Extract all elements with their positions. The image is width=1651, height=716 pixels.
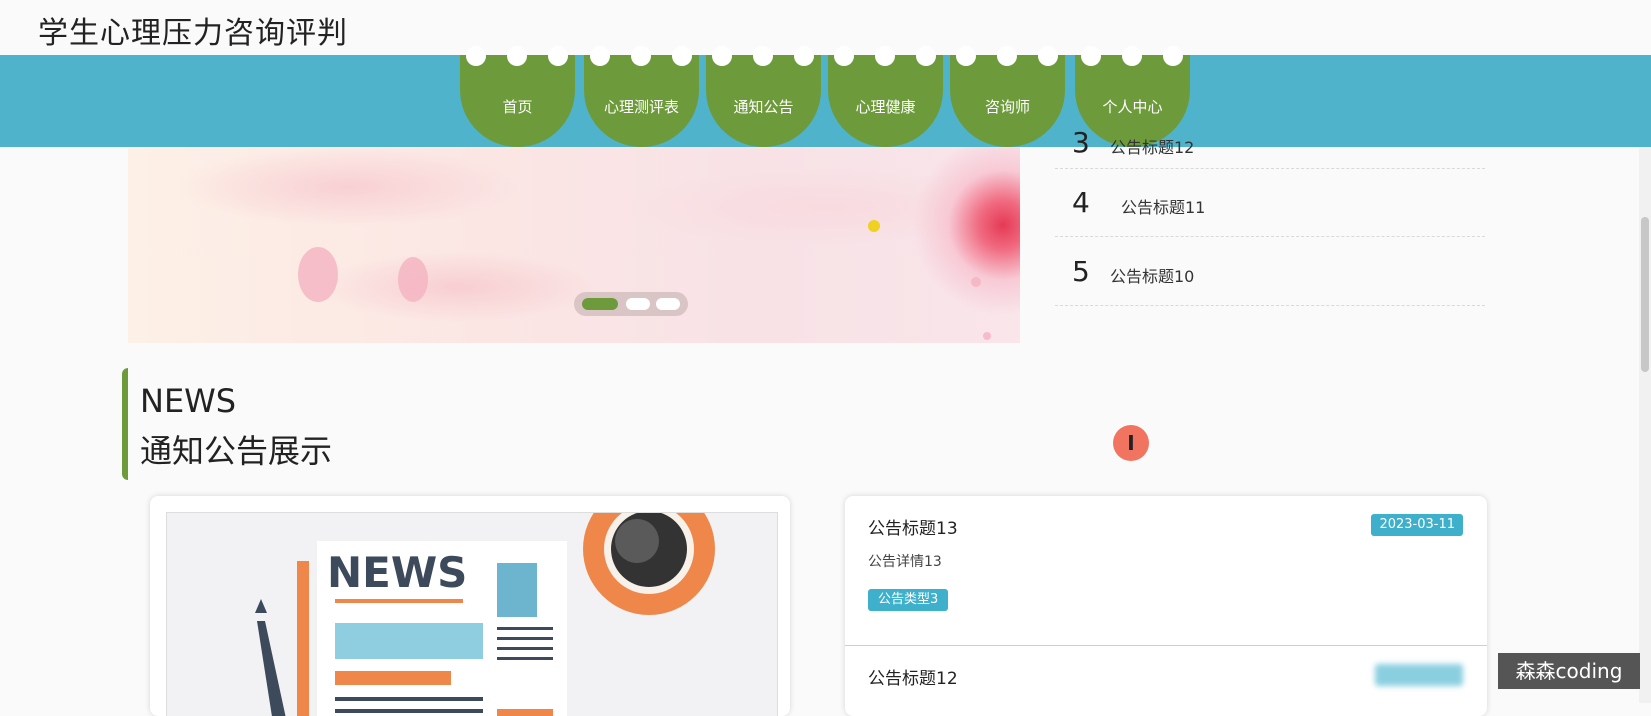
text-cursor-icon: I bbox=[1113, 425, 1149, 461]
petal-decoration bbox=[298, 247, 338, 302]
petal-decoration bbox=[398, 257, 428, 302]
news-graphic-text: NEWS bbox=[327, 548, 467, 597]
nav-item-label: 心理测评表 bbox=[603, 98, 679, 116]
divider bbox=[845, 645, 1487, 646]
notice-detail: 公告详情13 bbox=[868, 554, 942, 570]
petal-decoration bbox=[983, 332, 991, 340]
site-title: 学生心理压力咨询评判 bbox=[38, 16, 348, 51]
newspaper-illustration: NEWS bbox=[255, 513, 715, 716]
date-badge bbox=[1375, 664, 1463, 686]
carousel-dot-2[interactable] bbox=[626, 298, 650, 310]
section-accent-bar bbox=[122, 368, 128, 480]
rank-number: 3 bbox=[1072, 126, 1090, 159]
notice-title: 公告标题13 bbox=[868, 519, 958, 539]
banner-carousel[interactable] bbox=[128, 147, 1020, 343]
rank-title: 公告标题12 bbox=[1110, 138, 1195, 157]
list-item[interactable]: 5 公告标题10 bbox=[1055, 237, 1485, 306]
flower-center bbox=[868, 220, 880, 232]
nav-item-label: 首页 bbox=[502, 98, 533, 116]
list-item[interactable]: 3 公告标题12 bbox=[1055, 100, 1485, 169]
carousel-dot-1[interactable] bbox=[582, 298, 618, 310]
carousel-dot-3[interactable] bbox=[656, 298, 680, 310]
list-item[interactable]: 4 公告标题11 bbox=[1055, 168, 1485, 237]
rank-number: 5 bbox=[1072, 255, 1090, 288]
section-title-en: NEWS bbox=[140, 382, 237, 420]
rank-title: 公告标题11 bbox=[1121, 198, 1206, 217]
watermark: 森森coding bbox=[1498, 653, 1640, 689]
nav-item-label: 咨询师 bbox=[984, 98, 1030, 116]
petal-decoration bbox=[971, 277, 981, 287]
carousel-indicators bbox=[574, 292, 688, 316]
notice-type-badge[interactable]: 公告类型3 bbox=[868, 589, 949, 611]
nav-item-label: 通知公告 bbox=[733, 98, 794, 116]
page-scrollbar[interactable] bbox=[1639, 147, 1651, 703]
news-image-card[interactable]: NEWS bbox=[150, 496, 790, 716]
rank-title: 公告标题10 bbox=[1110, 267, 1195, 286]
notice-title: 公告标题12 bbox=[868, 669, 958, 689]
rank-number: 4 bbox=[1072, 186, 1090, 219]
scrollbar-thumb[interactable] bbox=[1641, 217, 1649, 372]
section-title: 通知公告展示 bbox=[140, 432, 333, 470]
news-illustration: NEWS bbox=[166, 512, 778, 716]
nav-item-label: 心理健康 bbox=[855, 98, 916, 116]
date-badge: 2023-03-11 bbox=[1371, 514, 1463, 536]
notice-list-card: 公告标题13 2023-03-11 公告详情13 公告类型3 公告标题12 bbox=[845, 496, 1487, 716]
